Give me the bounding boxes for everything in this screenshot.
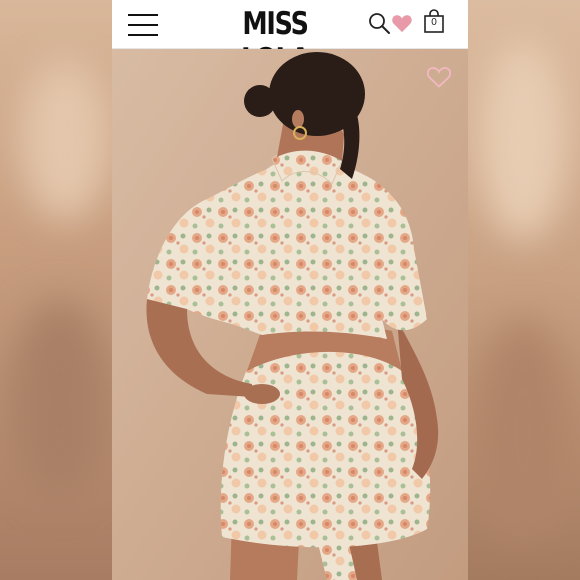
cart-count-badge: 0 — [431, 17, 437, 28]
product-photo[interactable] — [112, 49, 468, 580]
search-icon[interactable] — [368, 12, 390, 34]
heart-icon[interactable] — [391, 13, 413, 33]
phone-screen: MISS LOLA 0 — [112, 0, 468, 580]
hamburger-menu-icon[interactable] — [128, 14, 158, 36]
blurred-backdrop-right — [468, 0, 580, 580]
brand-logo[interactable]: MISS LOLA — [205, 6, 344, 78]
heart-outline-icon[interactable] — [426, 66, 452, 88]
blurred-backdrop-left — [0, 0, 112, 580]
top-navigation-bar: MISS LOLA 0 — [112, 0, 468, 78]
